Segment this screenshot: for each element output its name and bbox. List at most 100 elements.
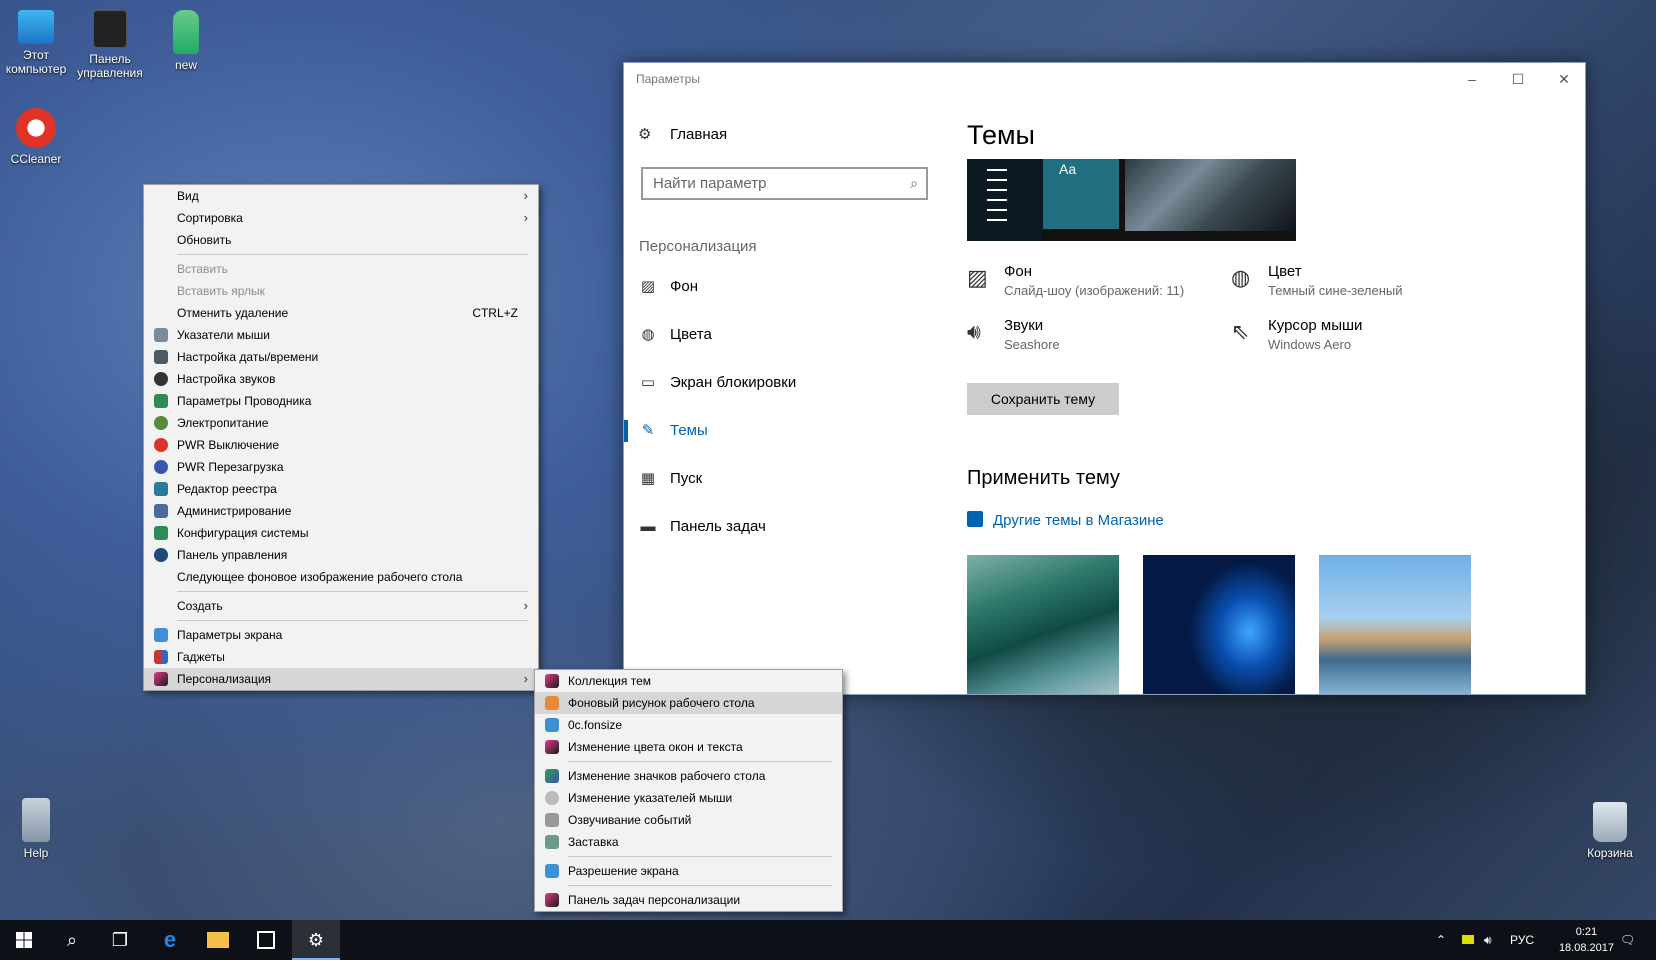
- menu-item-registry[interactable]: Редактор реестра: [144, 478, 538, 500]
- submenu-item-mouse-pointers[interactable]: Изменение указателей мыши: [535, 787, 842, 809]
- settings-window: Параметры – ☐ ✕ ⚙ Главная Найти параметр …: [623, 62, 1586, 695]
- menu-item-label: Следующее фоновое изображение рабочего с…: [177, 570, 463, 584]
- menu-item-gadgets[interactable]: Гаджеты: [144, 646, 538, 668]
- menu-item-label: Изменение цвета окон и текста: [568, 740, 743, 754]
- menu-item-restart[interactable]: PWR Перезагрузка: [144, 456, 538, 478]
- menu-item-new[interactable]: Создать ›: [144, 595, 538, 617]
- clock-time: 0:21: [1575, 926, 1598, 938]
- menu-item-explorer-options[interactable]: Параметры Проводника: [144, 390, 538, 412]
- submenu-item-theme-collection[interactable]: Коллекция тем: [535, 670, 842, 692]
- mouse-icon: [545, 791, 559, 805]
- palette-icon: ◍: [1231, 265, 1251, 290]
- submenu-item-desktop-icons[interactable]: Изменение значков рабочего стола: [535, 765, 842, 787]
- preview-wallpaper: [1125, 159, 1296, 231]
- menu-item-personalization[interactable]: Персонализация ›: [144, 668, 538, 690]
- menu-item-power[interactable]: Электропитание: [144, 412, 538, 434]
- menu-item-mouse-pointers[interactable]: Указатели мыши: [144, 324, 538, 346]
- nav-item-themes[interactable]: ✎ Темы: [624, 417, 708, 445]
- menu-item-label: Отменить удаление: [177, 306, 289, 320]
- store-themes-link[interactable]: Другие темы в Магазине: [967, 511, 1164, 529]
- desktop-icon-this-pc[interactable]: Этот компьютер: [0, 10, 75, 76]
- submenu-item-sound-events[interactable]: Озвучивание событий: [535, 809, 842, 831]
- nav-item-lock-screen[interactable]: ▭ Экран блокировки: [638, 369, 796, 397]
- menu-item-paste[interactable]: Вставить: [144, 258, 538, 280]
- tray-volume[interactable]: 🔊︎: [1484, 920, 1492, 960]
- menu-item-shortcut: CTRL+Z: [472, 306, 518, 320]
- prop-name: Курсор мыши: [1268, 317, 1363, 334]
- search-button[interactable]: ⌕: [48, 920, 96, 960]
- desktop-icon-label: Панель управления: [77, 52, 143, 80]
- search-input[interactable]: Найти параметр ⌕: [641, 167, 928, 200]
- menu-item-control-panel[interactable]: Панель управления: [144, 544, 538, 566]
- submenu-item-fonsize[interactable]: 0c.fonsize: [535, 714, 842, 736]
- speaker-icon: [154, 372, 168, 386]
- explorer-icon: [154, 394, 168, 408]
- submenu-item-screensaver[interactable]: Заставка: [535, 831, 842, 853]
- menu-item-next-wallpaper[interactable]: Следующее фоновое изображение рабочего с…: [144, 566, 538, 588]
- menu-item-label: Настройка звуков: [177, 372, 276, 386]
- theme-thumbnail[interactable]: [1319, 555, 1471, 694]
- desktop-icon-recycle-bin[interactable]: Корзина: [1571, 802, 1649, 860]
- menu-item-label: Конфигурация системы: [177, 526, 309, 540]
- taskbar-explorer[interactable]: [194, 920, 242, 960]
- menu-item-display-settings[interactable]: Параметры экрана: [144, 624, 538, 646]
- store-link-label: Другие темы в Магазине: [993, 512, 1164, 529]
- menu-item-view[interactable]: Вид ›: [144, 185, 538, 207]
- menu-item-sort[interactable]: Сортировка ›: [144, 207, 538, 229]
- menu-item-label: Панель задач персонализации: [568, 893, 741, 907]
- personalization-icon: [545, 674, 559, 688]
- taskbar-store[interactable]: [242, 920, 290, 960]
- menu-item-label: Разрешение экрана: [568, 864, 679, 878]
- menu-item-sysconfig[interactable]: Конфигурация системы: [144, 522, 538, 544]
- nav-item-taskbar[interactable]: ▬ Панель задач: [638, 513, 766, 541]
- mouse-icon: [154, 328, 168, 342]
- desktop-icon-ccleaner[interactable]: CCleaner: [0, 108, 75, 166]
- maximize-button[interactable]: ☐: [1495, 63, 1541, 95]
- desktop-icon-new[interactable]: new: [147, 10, 225, 72]
- tray-chevron[interactable]: ⌃: [1436, 920, 1446, 960]
- menu-item-refresh[interactable]: Обновить: [144, 229, 538, 251]
- tray-language[interactable]: РУС: [1510, 920, 1534, 960]
- minimize-button[interactable]: –: [1449, 63, 1495, 95]
- tray-clock[interactable]: 0:21 18.08.2017: [1559, 924, 1614, 956]
- submenu-item-screen-resolution[interactable]: Разрешение экрана: [535, 860, 842, 882]
- desktop-icon-control-panel[interactable]: Панель управления: [71, 10, 149, 80]
- submenu-item-desktop-background[interactable]: Фоновый рисунок рабочего стола: [535, 692, 842, 714]
- start-button[interactable]: [0, 920, 48, 960]
- search-placeholder: Найти параметр: [653, 175, 767, 192]
- taskbar-edge[interactable]: e: [146, 920, 194, 960]
- submenu-item-taskbar-personalization[interactable]: Панель задач персонализации: [535, 889, 842, 911]
- menu-item-paste-shortcut[interactable]: Вставить ярлык: [144, 280, 538, 302]
- close-button[interactable]: ✕: [1541, 63, 1585, 95]
- nav-item-label: Экран блокировки: [670, 374, 797, 391]
- menu-item-admin[interactable]: Администрирование: [144, 500, 538, 522]
- menu-item-date-time[interactable]: Настройка даты/времени: [144, 346, 538, 368]
- power-options-icon: [154, 416, 168, 430]
- theme-thumbnail[interactable]: [967, 555, 1119, 694]
- theme-thumbnail[interactable]: [1143, 555, 1295, 694]
- clock-date: 18.08.2017: [1558, 942, 1614, 954]
- title-bar: Параметры – ☐ ✕: [624, 63, 1585, 95]
- menu-item-sounds[interactable]: Настройка звуков: [144, 368, 538, 390]
- menu-item-label: 0c.fonsize: [568, 718, 623, 732]
- nav-home[interactable]: ⚙ Главная: [638, 125, 727, 143]
- desktop-icon-help[interactable]: Help: [0, 798, 75, 860]
- menu-item-label: Изменение значков рабочего стола: [568, 769, 766, 783]
- tray-network[interactable]: [1462, 920, 1474, 960]
- action-center-button[interactable]: 🗨︎: [1620, 920, 1635, 960]
- menu-item-shutdown[interactable]: PWR Выключение: [144, 434, 538, 456]
- nav-item-background[interactable]: ▨ Фон: [638, 273, 698, 301]
- windows-logo-icon: [16, 932, 32, 948]
- folder-icon: [22, 798, 50, 842]
- taskbar-settings[interactable]: ⚙: [292, 920, 340, 960]
- nav-item-colors[interactable]: ◍ Цвета: [638, 321, 711, 349]
- menu-item-label: Указатели мыши: [177, 328, 270, 342]
- nav-item-start[interactable]: ▦ Пуск: [638, 465, 702, 493]
- gear-icon: ⚙: [307, 930, 325, 950]
- nav-item-label: Панель задач: [670, 518, 766, 535]
- save-theme-button[interactable]: Сохранить тему: [967, 383, 1119, 415]
- submenu-item-window-colors[interactable]: Изменение цвета окон и текста: [535, 736, 842, 758]
- menu-item-label: Изменение указателей мыши: [568, 791, 733, 805]
- menu-item-undo-delete[interactable]: Отменить удаление CTRL+Z: [144, 302, 538, 324]
- task-view-button[interactable]: ❐: [96, 920, 144, 960]
